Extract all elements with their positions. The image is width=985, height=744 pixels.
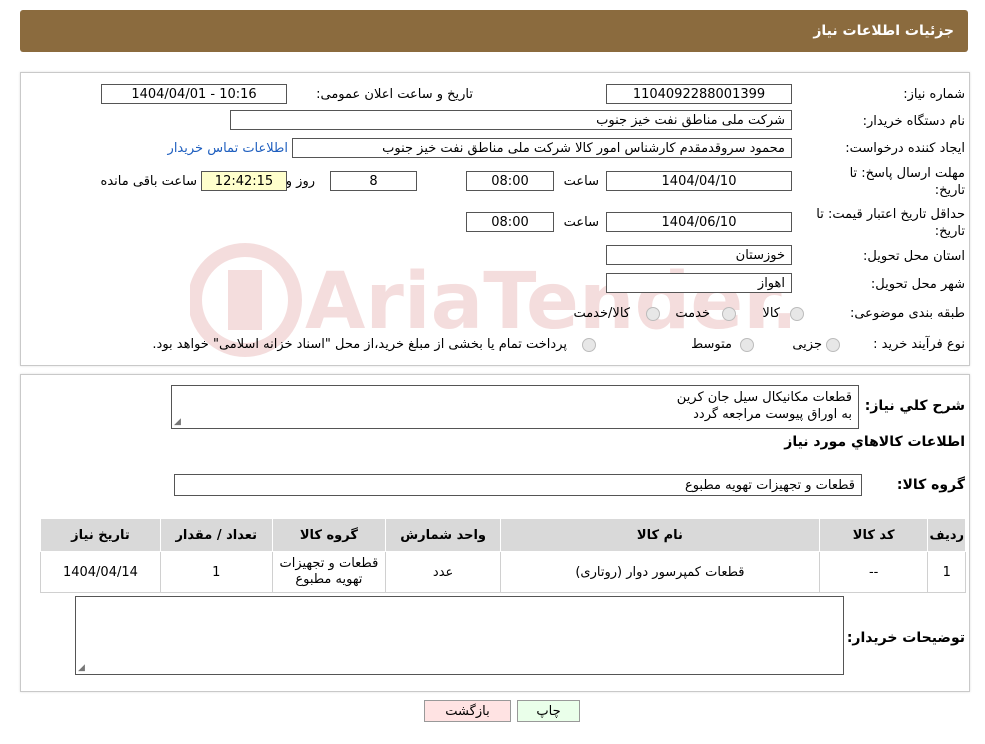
table-row: 1 -- قطعات کمپرسور دوار (روتاری) عدد قطع… <box>40 551 966 593</box>
col-header-item-name: نام کالا <box>499 518 820 552</box>
validity-label: حداقل تاریخ اعتبار قیمت: تا <box>816 207 965 222</box>
validity-time-label: ساعت <box>563 215 599 230</box>
creator-field: محمود سروقدمقدم کارشناس امور کالا شرکت م… <box>292 138 792 158</box>
col-header-item-code: کد کالا <box>818 518 929 552</box>
province-field: خوزستان <box>606 245 792 265</box>
province-label: استان محل تحویل: <box>863 249 965 264</box>
buyer-notes-label: توضیحات خریدار: <box>846 630 965 646</box>
deadline-date-field: 1404/04/10 <box>606 171 792 191</box>
resize-grip-icon[interactable]: ◢ <box>78 663 85 673</box>
purchase-treasury-note: پرداخت تمام یا بخشی از مبلغ خرید،از محل … <box>152 337 567 352</box>
purchase-checkbox-treasury[interactable] <box>582 338 596 352</box>
cell-unit: عدد <box>385 551 501 593</box>
deadline-label: مهلت ارسال پاسخ: تا <box>849 166 965 181</box>
cell-quantity: 1 <box>159 551 273 593</box>
days-remaining-field: 8 <box>330 171 417 191</box>
cell-group: قطعات و تجهیزات تهویه مطبوع <box>271 551 387 593</box>
buyer-notes-textarea[interactable]: ◢ <box>75 596 844 675</box>
cell-row-number: 1 <box>927 551 966 593</box>
category-radio-goods-service[interactable] <box>646 307 660 321</box>
purchase-type-label: نوع فرآیند خرید : <box>873 337 965 352</box>
buyer-org-label: نام دستگاه خریدار: <box>862 114 965 129</box>
col-header-unit: واحد شمارش <box>385 518 501 552</box>
announce-datetime-field: 1404/04/01 - 10:16 <box>101 84 287 104</box>
resize-grip-icon[interactable]: ◢ <box>174 417 181 427</box>
col-header-need-date: تاريخ نياز <box>40 518 161 552</box>
buyer-contact-link[interactable]: اطلاعات تماس خریدار <box>168 141 288 156</box>
days-label: روز و <box>285 174 315 189</box>
deadline-label-date: تاریخ: <box>934 183 965 198</box>
purchase-radio-minor[interactable] <box>826 338 840 352</box>
city-label: شهر محل تحویل: <box>870 277 965 292</box>
back-button[interactable]: بازگشت <box>424 700 511 722</box>
cell-item-name: قطعات کمپرسور دوار (روتاری) <box>499 551 820 593</box>
validity-date-field: 1404/06/10 <box>606 212 792 232</box>
announce-label: تاریخ و ساعت اعلان عمومی: <box>316 87 473 102</box>
goods-table: رديف کد کالا نام کالا واحد شمارش گروه کا… <box>40 518 966 593</box>
purchase-radio-medium[interactable] <box>740 338 754 352</box>
category-radio-goods[interactable] <box>790 307 804 321</box>
page-header: جزئیات اطلاعات نیاز <box>20 10 968 52</box>
category-radio-service[interactable] <box>722 307 736 321</box>
category-option-goods-service: کالا/خدمت <box>573 306 630 321</box>
purchase-option-medium: متوسط <box>691 337 732 352</box>
description-line-1: قطعات مکانیکال سیل جان کرین <box>676 390 852 405</box>
col-header-row-number: رديف <box>927 518 966 552</box>
deadline-time-label: ساعت <box>563 174 599 189</box>
purchase-option-minor: جزیی <box>792 337 822 352</box>
category-option-goods: کالا <box>762 306 780 321</box>
category-option-service: خدمت <box>675 306 710 321</box>
page-title: جزئیات اطلاعات نیاز <box>813 23 954 39</box>
validity-time-field: 08:00 <box>466 212 554 232</box>
goods-group-field: قطعات و تجهیزات تهویه مطبوع <box>174 474 862 496</box>
cell-need-date: 1404/04/14 <box>40 551 161 593</box>
table-header-row: رديف کد کالا نام کالا واحد شمارش گروه کا… <box>40 518 966 552</box>
goods-section-title: اطلاعات کالاهاي مورد نياز <box>784 434 965 450</box>
city-field: اهواز <box>606 273 792 293</box>
col-header-group: گروه کالا <box>271 518 387 552</box>
cell-item-code: -- <box>818 551 929 593</box>
deadline-time-field: 08:00 <box>466 171 554 191</box>
col-header-quantity: تعداد / مقدار <box>159 518 273 552</box>
category-label: طبقه بندی موضوعی: <box>849 306 965 321</box>
remaining-time-field: 12:42:15 <box>201 171 287 191</box>
description-line-2: به اوراق پیوست مراجعه گردد <box>693 407 852 422</box>
print-button[interactable]: چاپ <box>517 700 580 722</box>
goods-group-label: گروه کالا: <box>896 477 965 493</box>
buyer-org-field: شرکت ملی مناطق نفت خیز جنوب <box>230 110 792 130</box>
need-number-label: شماره نیاز: <box>903 87 965 102</box>
watermark-text: AriaTender.neT <box>305 257 790 347</box>
description-textarea[interactable]: قطعات مکانیکال سیل جان کرین به اوراق پیو… <box>171 385 859 429</box>
description-label: شرح کلي نياز: <box>864 398 965 414</box>
creator-label: ایجاد کننده درخواست: <box>845 141 965 156</box>
need-number-field: 1104092288001399 <box>606 84 792 104</box>
remaining-label: ساعت باقی مانده <box>100 174 197 189</box>
validity-label-date: تاریخ: <box>934 224 965 239</box>
